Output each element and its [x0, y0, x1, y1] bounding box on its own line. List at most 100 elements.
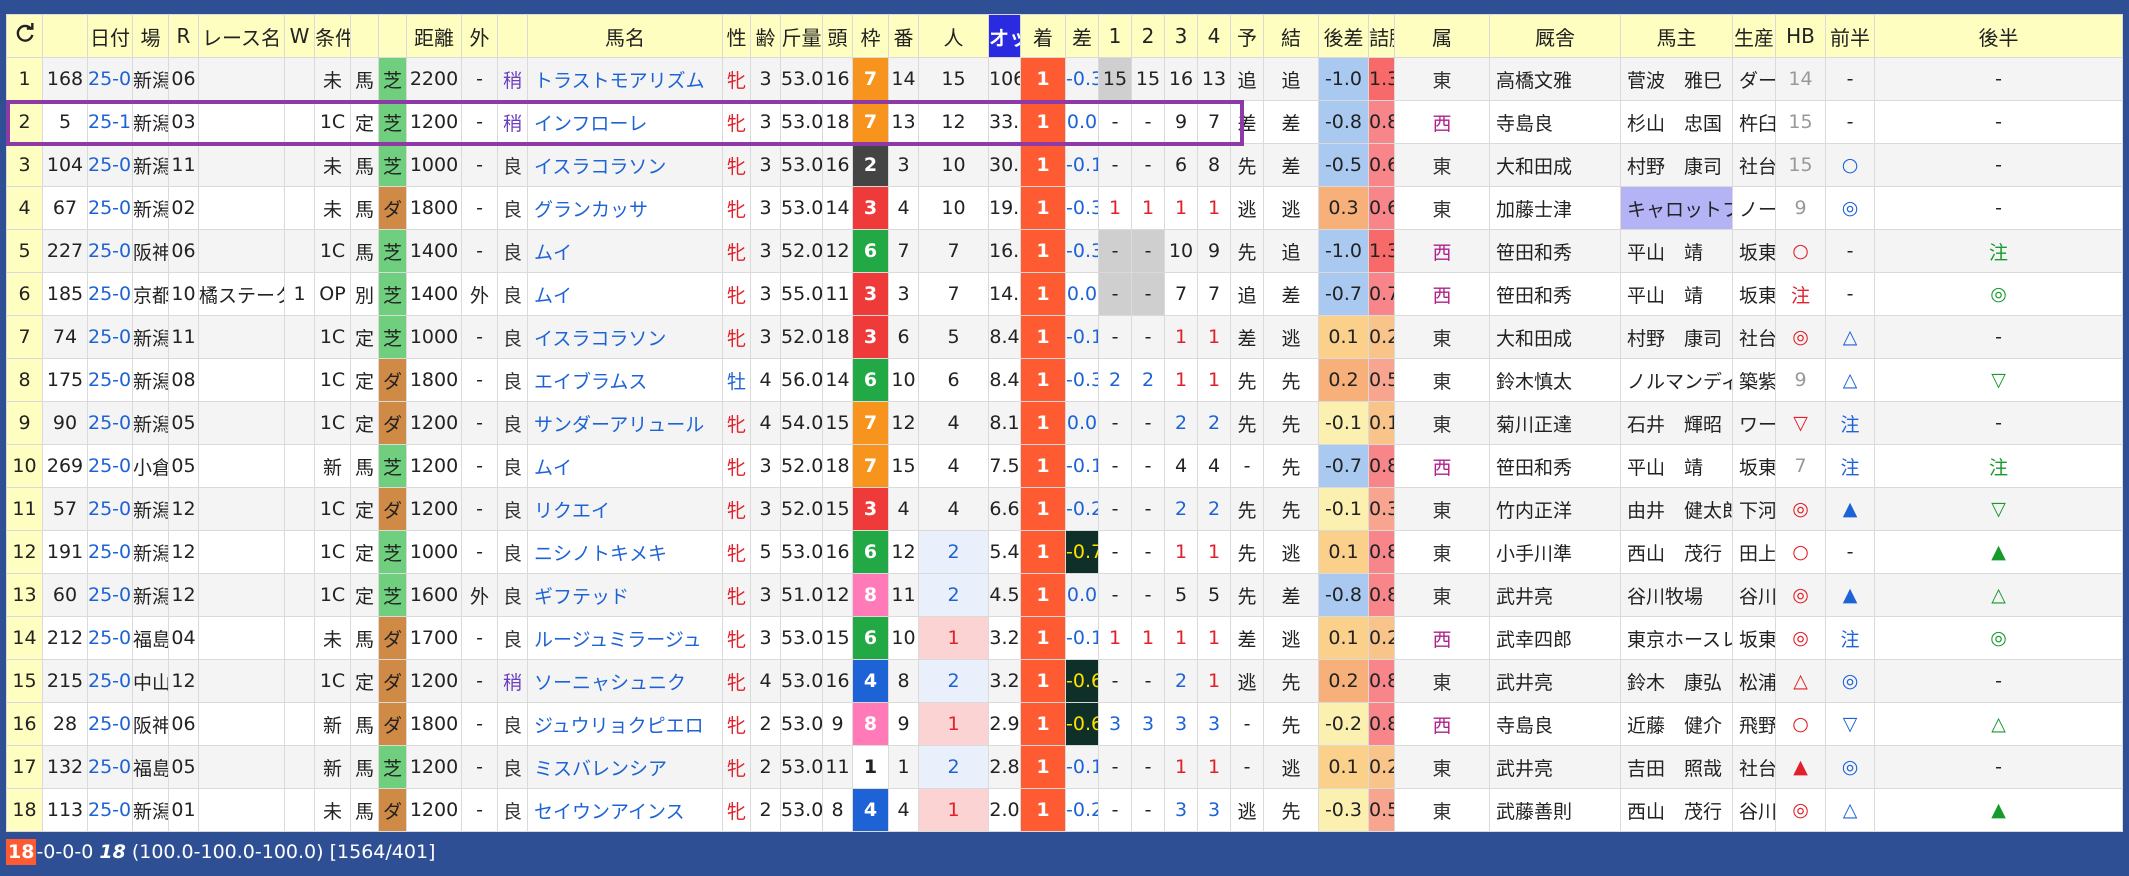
horse-name-link[interactable]: ムイ [527, 229, 723, 273]
date-link[interactable]: 25-05/25 [87, 57, 133, 101]
header-pass3[interactable]: 3 [1164, 14, 1198, 58]
header-class[interactable]: 条件 [314, 14, 351, 58]
horse-name-link[interactable]: イスラコラソン [527, 143, 723, 187]
table-row[interactable]: 817525-05/18新潟08 1C定ダ1800-良エイブラムス牡456.014… [6, 358, 2123, 402]
horse-name-link[interactable]: ルージュミラージュ [527, 616, 723, 660]
horse-name-link[interactable]: ジュウリョクピエロ [527, 702, 723, 746]
horse-name-link[interactable]: ムイ [527, 444, 723, 488]
horse-name-link[interactable]: ミスバレンシア [527, 745, 723, 789]
owner[interactable]: 由井 健太郎 [1620, 487, 1733, 531]
date-link[interactable]: 25-08/24 [87, 487, 133, 531]
owner[interactable]: 平山 靖 [1620, 444, 1733, 488]
header-ninki[interactable]: 人 [918, 14, 989, 58]
table-row[interactable]: 1521525-04/13中山121C定ダ1200-稍ソーニャシュニク牝453.… [6, 659, 2123, 703]
horse-name-link[interactable]: グランカッサ [527, 186, 723, 230]
horse-name-link[interactable]: ソーニャシュニク [527, 659, 723, 703]
owner[interactable]: 菅波 雅巳 [1620, 57, 1733, 101]
horse-name-link[interactable]: イスラコラソン [527, 315, 723, 359]
owner[interactable]: 吉田 照哉 [1620, 745, 1733, 789]
header-chaku[interactable]: 着 [1020, 14, 1066, 58]
header-horse[interactable]: 馬名 [527, 14, 723, 58]
table-row[interactable]: 1219125-05/03新潟121C定芝1000-良ニシノトキメキ牝553.0… [6, 530, 2123, 574]
table-row[interactable]: 1421225-04/19福島04 未馬ダ1700-良ルージュミラージュ牝353.… [6, 616, 2123, 660]
table-row[interactable]: 310425-07/27新潟11未馬芝1000-良イスラコラソン牝353.016… [6, 143, 2123, 187]
header-breeder[interactable]: 生産 [1732, 14, 1776, 58]
table-row[interactable]: 136025-08/23新潟121C定芝1600外良ギフテッド牝351.0128… [6, 573, 2123, 617]
horse-name-link[interactable]: ギフテッド [527, 573, 723, 617]
header-kohan[interactable]: 後半 [1874, 14, 2123, 58]
header-condition[interactable] [350, 14, 379, 58]
owner[interactable]: 西山 茂行 [1620, 788, 1733, 832]
header-odds[interactable]: オッズ [988, 14, 1021, 58]
header-col-id[interactable] [42, 14, 88, 58]
date-link[interactable]: 25-08/23 [87, 186, 133, 230]
owner[interactable]: 平山 靖 [1620, 272, 1733, 316]
date-link[interactable]: 25-08/09 [87, 401, 133, 445]
header-kinryo[interactable]: 斤量 [780, 14, 823, 58]
header-distance[interactable]: 距離 [406, 14, 462, 58]
date-link[interactable]: 25-04/19 [87, 616, 133, 660]
header-kekka[interactable]: 結 [1263, 14, 1319, 58]
owner[interactable]: ノルマンディ [1620, 358, 1733, 402]
horse-name-link[interactable]: インフローレ [527, 100, 723, 144]
horse-name-link[interactable]: セイウンアインス [527, 788, 723, 832]
date-link[interactable]: 25-07/12 [87, 745, 133, 789]
header-date[interactable]: 日付 [87, 14, 133, 58]
header-owner[interactable]: 馬主 [1620, 14, 1733, 58]
owner[interactable]: 東京ホースレ [1620, 616, 1733, 660]
header-stable[interactable]: 厩舎 [1489, 14, 1621, 58]
horse-name-link[interactable]: エイブラムス [527, 358, 723, 402]
table-row[interactable]: 1811325-07/26新潟01未馬ダ1200-良セイウンアインス牝253.0… [6, 788, 2123, 832]
table-row[interactable]: 162825-09/28阪神06新馬ダ1800-良ジュウリョクピエロ牝253.0… [6, 702, 2123, 746]
owner[interactable]: 村野 康司 [1620, 143, 1733, 187]
header-zenhan[interactable]: 前半 [1825, 14, 1875, 58]
table-row[interactable]: 618525-05/11京都10橘ステークス1OP別芝1400外良ムイ牝355.… [6, 272, 2123, 316]
date-link[interactable]: 25-08/16 [87, 315, 133, 359]
owner[interactable]: 杉山 忠国 [1620, 100, 1733, 144]
horse-name-link[interactable]: トラストモアリズム [527, 57, 723, 101]
header-race-no[interactable]: R [168, 14, 199, 58]
header-heads[interactable]: 頭 [822, 14, 853, 58]
owner[interactable]: 石井 輝昭 [1620, 401, 1733, 445]
date-link[interactable]: 25-07/26 [87, 788, 133, 832]
header-venue[interactable]: 場 [132, 14, 169, 58]
header-tsumeashi[interactable]: 詰脚 [1368, 14, 1395, 58]
table-row[interactable]: 1713225-07/12福島05新馬芝1200-良ミスバレンシア牝253.01… [6, 745, 2123, 789]
owner[interactable]: 村野 康司 [1620, 315, 1733, 359]
date-link[interactable]: 25-08/23 [87, 573, 133, 617]
table-row[interactable]: 99025-08/09新潟051C定ダ1200-良サンダーアリュール牝454.0… [6, 401, 2123, 445]
header-pass1[interactable]: 1 [1098, 14, 1132, 58]
owner[interactable]: 谷川牧場 [1620, 573, 1733, 617]
date-link[interactable]: 25-04/13 [87, 659, 133, 703]
header-race-name[interactable]: レース名 [198, 14, 285, 58]
horse-name-link[interactable]: リクエイ [527, 487, 723, 531]
owner[interactable]: 西山 茂行 [1620, 530, 1733, 574]
date-link[interactable]: 25-09/28 [87, 702, 133, 746]
header-margin[interactable]: 差 [1065, 14, 1099, 58]
horse-name-link[interactable]: サンダーアリュール [527, 401, 723, 445]
header-pass2[interactable]: 2 [1131, 14, 1165, 58]
header-track[interactable] [497, 14, 528, 58]
owner[interactable]: キャロットフ [1620, 186, 1733, 230]
header-weight[interactable]: W [284, 14, 315, 58]
date-link[interactable]: 25-10/19 [87, 100, 133, 144]
table-row[interactable]: 522725-03/29阪神061C馬芝1400-良ムイ牝352.0126771… [6, 229, 2123, 273]
horse-name-link[interactable]: ムイ [527, 272, 723, 316]
header-zoku[interactable]: 属 [1394, 14, 1490, 58]
header-outer[interactable]: 外 [461, 14, 498, 58]
table-row[interactable]: 46725-08/23新潟02未馬ダ1800-良グランカッサ牝353.01434… [6, 186, 2123, 230]
header-sex[interactable]: 性 [722, 14, 751, 58]
horse-name-link[interactable]: ニシノトキメキ [527, 530, 723, 574]
table-row[interactable]: 115725-08/24新潟121C定ダ1200-良リクエイ牝352.01534… [6, 487, 2123, 531]
header-hb[interactable]: HB [1775, 14, 1826, 58]
header-yoso[interactable]: 予 [1230, 14, 1264, 58]
header-kosa[interactable]: 後差 [1318, 14, 1369, 58]
refresh-button[interactable] [6, 14, 43, 58]
table-row[interactable]: 1026925-01/26小倉05新馬芝1200-良ムイ牝352.0187154… [6, 444, 2123, 488]
header-surface[interactable] [378, 14, 407, 58]
header-waku[interactable]: 枠 [852, 14, 889, 58]
header-pass4[interactable]: 4 [1197, 14, 1231, 58]
date-link[interactable]: 25-03/29 [87, 229, 133, 273]
table-row[interactable]: 2525-10/19新潟031C定芝1200-稍インフローレ牝353.01871… [6, 100, 2123, 144]
owner[interactable]: 平山 靖 [1620, 229, 1733, 273]
